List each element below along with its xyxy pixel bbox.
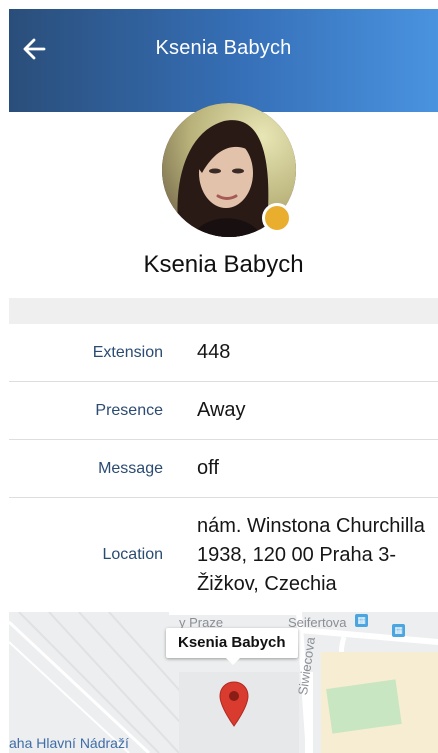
- presence-status-indicator: [262, 203, 292, 233]
- station-label: aha Hlavní Nádraží: [9, 735, 129, 751]
- page-title: Ksenia Babych: [155, 37, 292, 59]
- map-pin-icon[interactable]: [218, 680, 250, 728]
- avatar-container: [162, 103, 296, 237]
- detail-label: Extension: [92, 344, 163, 361]
- left-gutter: [0, 0, 9, 753]
- rail-station-icon: ▦: [392, 624, 405, 637]
- detail-row-message: Message off: [9, 440, 438, 498]
- contact-name: Ksenia Babych: [143, 251, 304, 278]
- detail-label: Message: [98, 460, 163, 477]
- detail-row-location: Location nám. Winstona Churchilla 1938, …: [9, 498, 438, 615]
- app-header: Ksenia Babych: [9, 9, 438, 112]
- detail-label: Location: [102, 546, 164, 563]
- map-marker-label[interactable]: Ksenia Babych: [166, 628, 298, 665]
- location-value[interactable]: nám. Winstona Churchilla 1938, 120 00 Pr…: [197, 512, 426, 599]
- message-value: off: [197, 457, 219, 479]
- detail-label: Presence: [95, 402, 163, 419]
- section-divider: [9, 298, 438, 324]
- detail-row-presence: Presence Away: [9, 382, 438, 440]
- detail-row-extension: Extension 448: [9, 324, 438, 382]
- contact-details: Extension 448 Presence Away Message off …: [9, 324, 438, 615]
- presence-value: Away: [197, 399, 246, 421]
- location-map[interactable]: y Praze Seifertova Siwiecova ▦ ▦ Ksenia …: [9, 612, 438, 753]
- extension-value[interactable]: 448: [197, 338, 426, 367]
- rail-station-icon: ▦: [355, 614, 368, 627]
